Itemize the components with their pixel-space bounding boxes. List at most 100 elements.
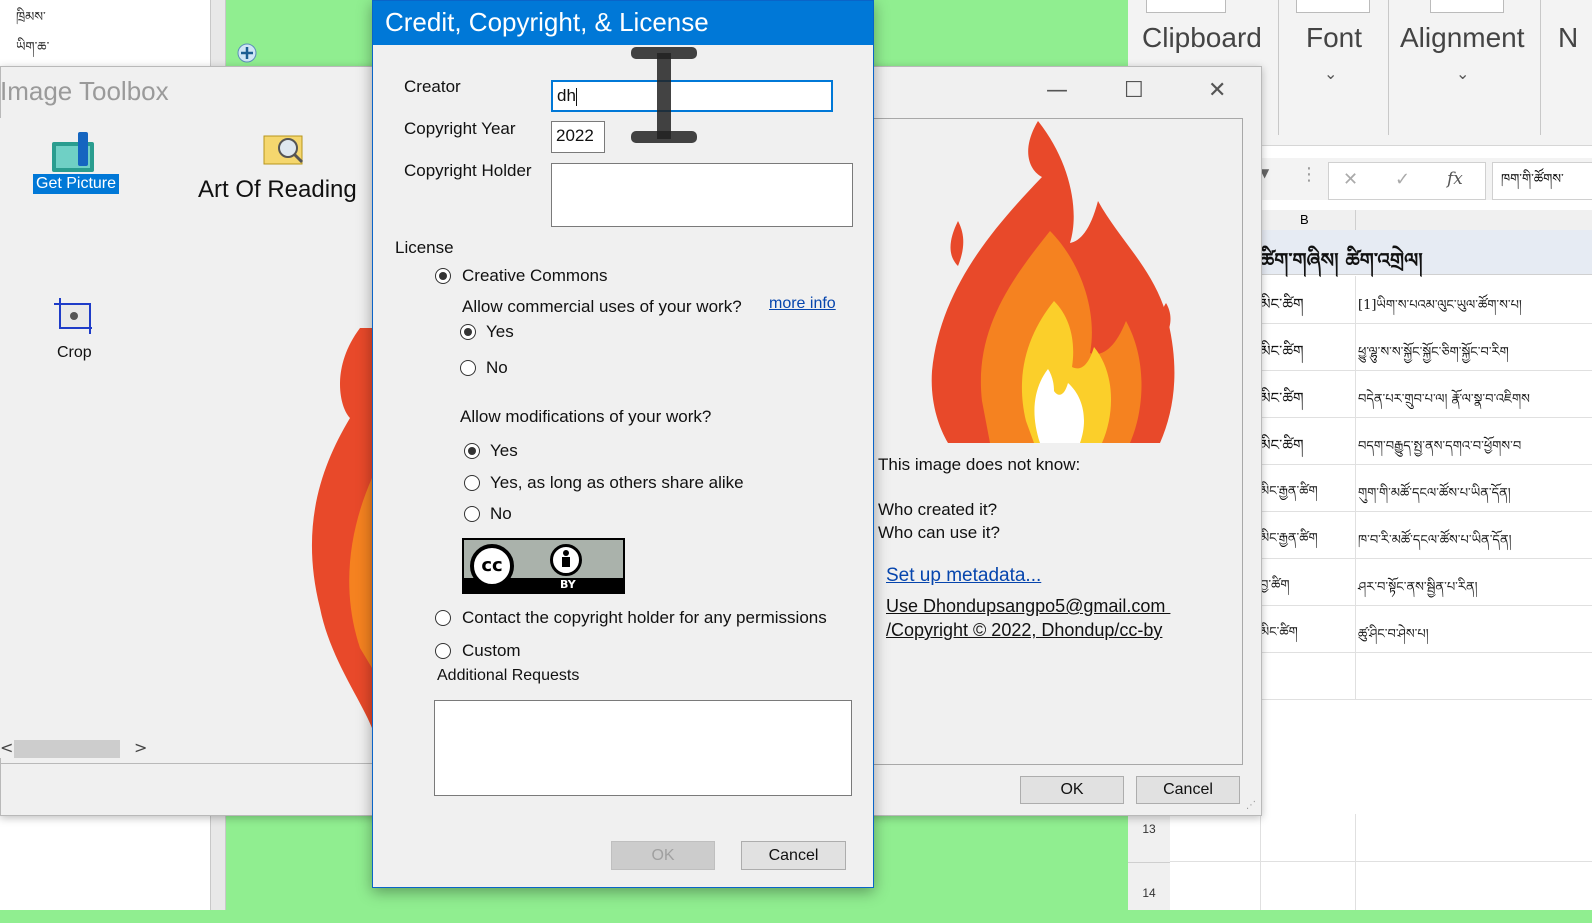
share-alike-radio[interactable] [464,475,480,491]
close-button[interactable]: ✕ [1208,78,1226,103]
toolbox-ok-button[interactable]: OK [1020,776,1124,804]
additional-requests-label: Additional Requests [437,667,580,684]
row-header-14[interactable]: 14 [1128,863,1170,911]
metadata-usage-line2[interactable]: /Copyright © 2022, Dhondup/cc-by [886,620,1162,641]
add-page-icon[interactable] [236,42,258,64]
cell-b[interactable]: བདག་བརྒྱུད་སྤྱ་ནས་དགའ་བ་ཕྱོགས་བ [1358,431,1521,468]
table-row: མིང་རྒྱན་ཚིག གུག་གི་མཚོ་དངལ་ཚོས་པ་ཡིན་དོ… [1260,464,1592,512]
contact-holder-label[interactable]: Contact the copyright holder for any per… [462,608,827,628]
grid-line [1170,861,1592,862]
metadata-usage-line1[interactable]: Use Dhondupsangpo5@gmail.com [886,596,1170,617]
formula-bar: ▼ ⋮ ✕ ✓ fx ཁག་གི་ཚོགས་ [1260,158,1592,200]
formula-input[interactable]: ཁག་གི་ཚོགས་ [1492,162,1592,200]
modifications-no-radio[interactable] [464,506,480,522]
image-preview-panel: This image does not know: Who created it… [873,118,1243,765]
get-picture-icon[interactable] [48,128,98,178]
column-divider [1355,323,1356,370]
cell-b[interactable]: ཕྱུ་ལྷུ་ས་ས་སྐྱོང་སྐྱོང་ཅིག་སྐྱོང་བ་རིག [1358,337,1509,374]
metadata-status-line3: Who can use it? [878,523,1000,542]
cell-a[interactable]: མིང་རྒྱན་ཚིག [1260,476,1318,513]
flame-image-fragment [300,328,372,728]
ribbon-group-next[interactable]: N [1558,22,1578,54]
copyright-year-label: Copyright Year [404,119,516,138]
scroll-left-icon[interactable]: < [0,738,13,757]
custom-radio[interactable] [435,643,451,659]
column-header-b[interactable]: B [1300,212,1309,227]
creative-commons-label[interactable]: Creative Commons [462,266,608,286]
maximize-button[interactable]: ☐ [1124,78,1144,103]
dialog-title: Credit, Copyright, & License [373,1,873,45]
table-header-row: ཚིག་གཞིས། ཚིག་འགྲེལ། [1260,230,1592,275]
row-header-13[interactable]: 13 [1128,814,1170,863]
custom-label[interactable]: Custom [462,641,521,661]
art-of-reading-label[interactable]: Art Of Reading [198,176,357,204]
cell-b[interactable]: ཚུ་ཤིང་བ་ཤེས་པ། [1358,619,1429,656]
crop-icon[interactable] [52,294,98,338]
flame-image [930,121,1180,443]
check-icon[interactable]: ✓ [1395,169,1410,190]
table-row: མིང་རྒྱན་ཚིག ཁ་བ་རི་མཚོ་དངལ་ཚོས་པ་ཡིན་དོ… [1260,511,1592,559]
cell-b[interactable]: ཁ་བ་རི་མཚོ་དངལ་ཚོས་པ་ཡིན་དོན། [1358,525,1512,562]
additional-requests-input[interactable] [434,700,852,796]
modifications-no-label[interactable]: No [490,504,512,524]
cell-b[interactable]: བདེན་པར་གྲུབ་པ་ལ། རྣོ་ལ་སྣ་བ་འཇིགས [1358,384,1530,421]
ribbon-button[interactable] [1146,0,1226,13]
scroll-right-icon[interactable]: > [134,738,147,757]
table-row [1260,652,1592,700]
ribbon-group-clipboard[interactable]: Clipboard [1142,22,1262,54]
modifications-yes-radio[interactable] [464,443,480,459]
row-header-column: 13 14 [1128,814,1171,910]
cc-by-badge: cc BY [462,538,625,594]
text-caret [575,87,577,106]
credit-copyright-license-dialog: Credit, Copyright, & License Creator dh … [372,0,874,888]
more-options-icon: ⋮ [1300,164,1318,185]
metadata-status-line1: This image does not know: [878,455,1081,474]
dialog-cancel-button[interactable]: Cancel [741,841,846,870]
cell-b[interactable]: གུག་གི་མཚོ་དངལ་ཚོས་པ་ཡིན་དོན། [1358,478,1511,515]
copyright-year-input[interactable]: 2022 [551,121,605,153]
function-icon[interactable]: fx [1447,169,1463,189]
ribbon-button[interactable] [1296,0,1370,13]
ribbon-button[interactable] [1430,0,1504,13]
toolbox-cancel-button[interactable]: Cancel [1136,776,1240,804]
copyright-holder-input[interactable] [551,163,853,227]
minimize-button[interactable]: — [1046,78,1068,103]
ribbon-group-alignment[interactable]: Alignment [1400,22,1525,54]
art-of-reading-icon[interactable] [262,128,306,168]
share-alike-label[interactable]: Yes, as long as others share alike [490,473,744,493]
column-divider [1355,276,1356,323]
cell-a[interactable]: བྱ་ཚིག [1260,570,1289,607]
commercial-yes-label[interactable]: Yes [486,322,514,342]
metadata-status-line2: Who created it? [878,500,998,519]
commercial-no-label[interactable]: No [486,358,508,378]
cell-a[interactable]: མིང་ཚིག [1260,617,1298,654]
cell-b[interactable]: ཤར་བ་སྟོང་ནས་སྦྱིན་པ་རིན། [1358,572,1478,609]
creative-commons-radio[interactable] [435,268,451,284]
creator-value: dh [557,86,576,105]
more-info-link[interactable]: more info [769,295,836,313]
chevron-down-icon[interactable]: ⌄ [1324,64,1337,83]
commercial-no-radio[interactable] [460,360,476,376]
chevron-down-icon[interactable]: ⌄ [1456,64,1469,83]
get-picture-label[interactable]: Get Picture [33,174,120,194]
grid-line [1355,814,1356,910]
contact-holder-radio[interactable] [435,610,451,626]
table-row: མིང་ཚིག བདག་བརྒྱུད་སྤྱ་ནས་དགའ་བ་ཕྱོགས་བ [1260,417,1592,465]
horizontal-scrollbar[interactable]: < > [0,736,150,762]
ribbon-group-font[interactable]: Font [1306,22,1362,54]
cc-by-text: BY [560,578,576,591]
resize-grip-icon[interactable]: ⋰ [1246,800,1256,811]
modifications-yes-label[interactable]: Yes [490,441,518,461]
set-up-metadata-link[interactable]: Set up metadata... [886,565,1041,587]
cell-a[interactable]: མིང་རྒྱན་ཚིག [1260,523,1318,560]
column-divider [1355,511,1356,558]
scrollbar-thumb[interactable] [14,740,120,758]
commercial-yes-radio[interactable] [460,324,476,340]
table-row: མིང་ཚིག ཚུ་ཤིང་བ་ཤེས་པ། [1260,605,1592,653]
cell-b[interactable]: [1]ཡིག་ས་པའམ་ལུང་ཡུལ་ཚོག་ས་པ། [1358,290,1522,327]
table-row: མིང་ཚིག ཕྱུ་ལྷུ་ས་ས་སྐྱོང་སྐྱོང་ཅིག་སྐྱོ… [1260,323,1592,371]
crop-label[interactable]: Crop [57,344,92,362]
dialog-ok-button[interactable]: OK [611,841,715,870]
cancel-icon[interactable]: ✕ [1343,169,1358,190]
grid-area [1170,814,1592,910]
